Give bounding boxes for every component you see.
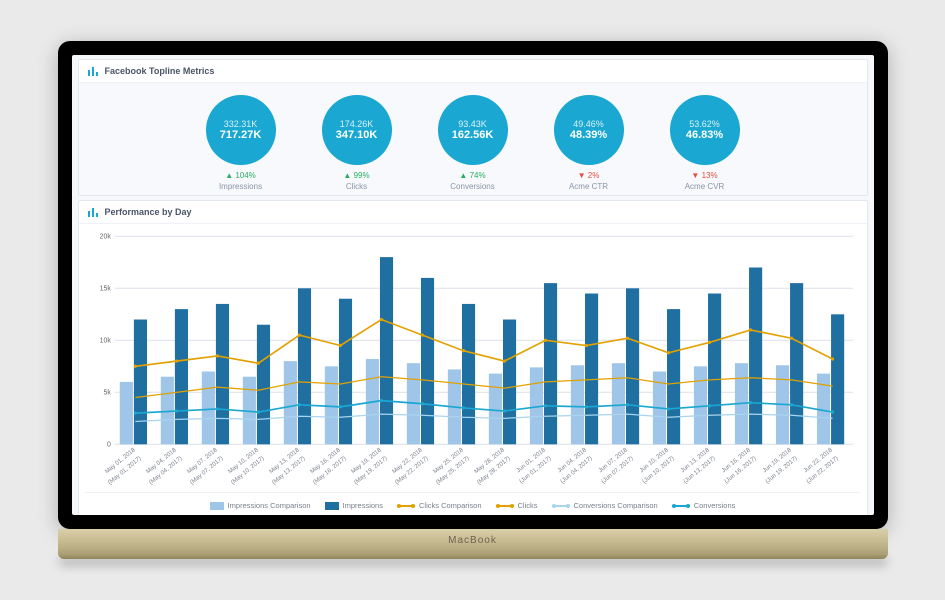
topline-panel: Facebook Topline Metrics 332.31K717.27K ▲… <box>78 59 868 196</box>
svg-text:15k: 15k <box>99 284 111 292</box>
topline-header: Facebook Topline Metrics <box>79 60 867 83</box>
kpi-conversions[interactable]: 93.43K162.56K ▲ 74% Conversions <box>428 95 518 191</box>
kpi-current-value: 48.39% <box>570 129 607 141</box>
performance-header: Performance by Day <box>79 201 867 224</box>
kpi-current-value: 46.83% <box>686 129 723 141</box>
performance-panel: Performance by Day 05k10k15k20kMay 01, 2… <box>78 200 868 515</box>
kpi-delta: ▼ 13% <box>691 171 717 180</box>
svg-text:0: 0 <box>106 440 110 448</box>
kpi-circle: 332.31K717.27K <box>206 95 276 165</box>
kpi-compare-value: 332.31K <box>224 119 258 129</box>
chart-legend: Impressions Comparison Impressions Click… <box>85 492 861 512</box>
kpi-compare-value: 93.43K <box>458 119 487 129</box>
legend-clicks-comparison[interactable]: Clicks Comparison <box>397 501 482 510</box>
kpi-impressions[interactable]: 332.31K717.27K ▲ 104% Impressions <box>196 95 286 191</box>
kpi-circle: 93.43K162.56K <box>438 95 508 165</box>
legend-conversions-comparison[interactable]: Conversions Comparison <box>552 501 658 510</box>
svg-text:20k: 20k <box>99 232 111 240</box>
macbook-label: MacBook <box>58 529 888 553</box>
kpi-row: 332.31K717.27K ▲ 104% Impressions 174.26K34… <box>79 83 867 195</box>
kpi-compare-value: 53.62% <box>689 119 720 129</box>
performance-chart: 05k10k15k20kMay 01, 2018(May 01, 2017)Ma… <box>85 228 861 488</box>
bar-chart-icon <box>87 65 99 77</box>
performance-title: Performance by Day <box>105 207 192 217</box>
svg-text:5k: 5k <box>103 388 111 396</box>
kpi-delta: ▲ 74% <box>459 171 485 180</box>
chart-area[interactable]: 05k10k15k20kMay 01, 2018(May 01, 2017)Ma… <box>79 224 867 515</box>
kpi-delta: ▲ 104% <box>225 171 256 180</box>
kpi-current-value: 347.10K <box>336 129 378 141</box>
kpi-circle: 49.46%48.39% <box>554 95 624 165</box>
kpi-clicks[interactable]: 174.26K347.10K ▲ 99% Clicks <box>312 95 402 191</box>
kpi-compare-value: 174.26K <box>340 119 374 129</box>
kpi-circle: 53.62%46.83% <box>670 95 740 165</box>
kpi-circle: 174.26K347.10K <box>322 95 392 165</box>
kpi-label: Acme CTR <box>569 182 608 191</box>
laptop-base: MacBook <box>58 529 888 553</box>
kpi-delta: ▲ 99% <box>343 171 369 180</box>
legend-impressions-comparison[interactable]: Impressions Comparison <box>210 501 311 510</box>
legend-impressions[interactable]: Impressions <box>325 501 383 510</box>
svg-text:10k: 10k <box>99 336 111 344</box>
bar-chart-icon <box>87 206 99 218</box>
kpi-compare-value: 49.46% <box>573 119 604 129</box>
kpi-label: Acme CVR <box>685 182 725 191</box>
kpi-delta: ▼ 2% <box>578 171 600 180</box>
kpi-acme-ctr[interactable]: 49.46%48.39% ▼ 2% Acme CTR <box>544 95 634 191</box>
legend-clicks[interactable]: Clicks <box>496 501 538 510</box>
topline-title: Facebook Topline Metrics <box>105 66 215 76</box>
kpi-current-value: 162.56K <box>452 129 494 141</box>
legend-conversions[interactable]: Conversions <box>672 501 736 510</box>
kpi-acme-cvr[interactable]: 53.62%46.83% ▼ 13% Acme CVR <box>660 95 750 191</box>
kpi-label: Impressions <box>219 182 262 191</box>
kpi-label: Conversions <box>450 182 494 191</box>
kpi-label: Clicks <box>346 182 367 191</box>
macbook-mockup: Facebook Topline Metrics 332.31K717.27K ▲… <box>58 41 888 559</box>
kpi-current-value: 717.27K <box>220 129 262 141</box>
laptop-foot <box>58 553 888 559</box>
dashboard: Facebook Topline Metrics 332.31K717.27K ▲… <box>72 55 874 515</box>
